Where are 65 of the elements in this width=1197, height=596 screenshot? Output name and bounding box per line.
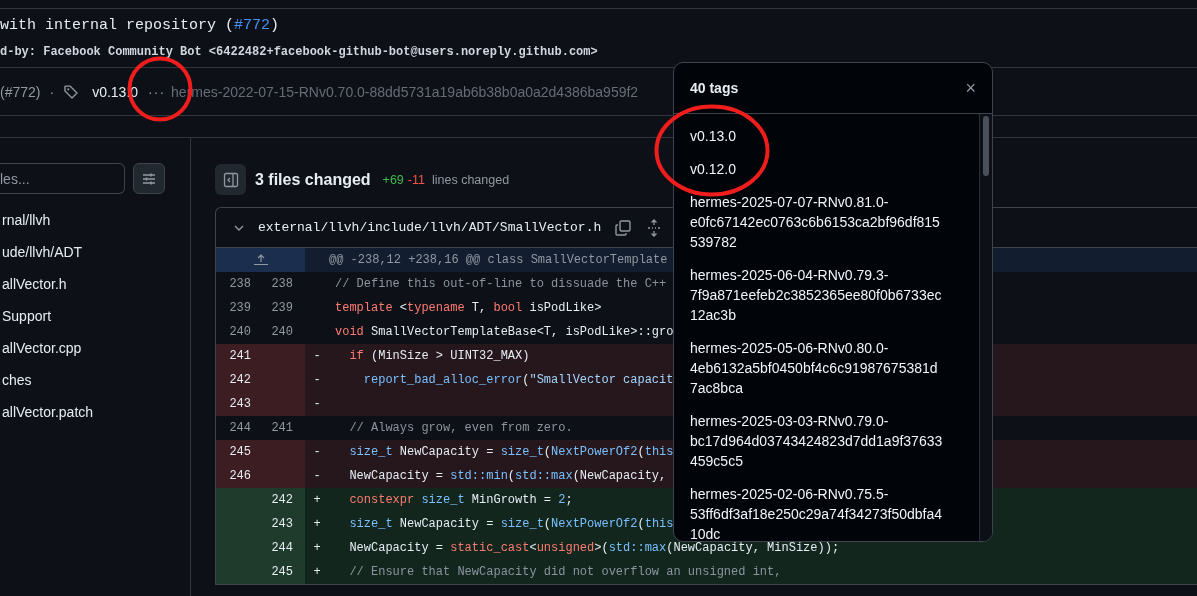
code-line: // Define this out-of-line to dissuade the C++ — [334, 276, 667, 293]
more-tags-button[interactable]: ··· — [145, 83, 169, 100]
removed-sign: - — [312, 348, 322, 365]
line-number: 245 — [261, 560, 305, 584]
line-number: 246 — [216, 464, 261, 488]
code-line: // Always grow, even from zero. — [348, 420, 573, 437]
commit-title: with internal repository (#772) — [0, 17, 280, 34]
file-tree-item[interactable]: allVector.patch — [0, 396, 94, 428]
close-button[interactable]: × — [965, 79, 976, 97]
code-line: if (MinSize > UINT32_MAX) — [348, 348, 530, 365]
pr-link[interactable]: #772 — [234, 17, 271, 34]
file-tree-item[interactable]: allVector.cpp — [0, 332, 82, 364]
filter-options-button[interactable] — [133, 163, 165, 194]
removed-sign: - — [312, 468, 322, 485]
tag-item[interactable]: hermes-2025-07-07-RNv0.81.0-e0fc67142ec0763c6b6153ca2bf96df815539782 — [674, 185, 960, 258]
code-line: NewCapacity = static_cast<unsigned>(std::max(NewCapacity, MinSize)); — [348, 540, 840, 557]
line-number: 243 — [216, 392, 261, 416]
tag-item[interactable]: v0.12.0 — [674, 152, 960, 185]
lines-changed-label: lines changed — [431, 172, 510, 187]
code-line: NewCapacity = std::min(std::max(NewCapacity, — [348, 468, 667, 485]
pr-number: (#772) — [0, 83, 41, 100]
code-line: template <typename T, bool isPodLike> — [334, 300, 602, 317]
commit-trailer: d-by: Facebook Community Bot <6422482+facebook-github-bot@users.noreply.github.com> — [0, 45, 598, 59]
file-tree-item[interactable]: ude/llvh/ADT — [0, 236, 83, 268]
added-sign: + — [312, 516, 322, 533]
line-number: 243 — [261, 512, 305, 536]
hunk-header: @@ -238,12 +238,16 @@ class SmallVectorTemplate — [328, 252, 668, 269]
scrollbar-thumb[interactable] — [983, 116, 989, 176]
code-line: // Ensure that NewCapacity did not overflow an unsigned int, — [348, 564, 782, 581]
added-sign: + — [312, 492, 322, 509]
code-line: size_t NewCapacity = size_t(NextPowerOf2(this — [348, 516, 674, 533]
added-sign: + — [312, 540, 322, 557]
filter-field[interactable]: les... — [0, 163, 125, 194]
tag-item[interactable]: hermes-2025-03-03-RNv0.79.0-bc17d964d03743424823d7dd1a9f37633459c5c5 — [674, 404, 960, 477]
line-number: 241 — [216, 344, 261, 368]
popup-title: 40 tags — [690, 80, 739, 96]
added-sign: + — [312, 564, 322, 581]
copy-icon[interactable] — [614, 218, 633, 237]
file-tree-item[interactable]: rnal/llvh — [0, 204, 51, 236]
line-number: 245 — [216, 440, 261, 464]
files-changed-count: 3 files changed — [255, 170, 371, 189]
additions-count: +69 — [382, 172, 404, 187]
separator-dot: · — [49, 83, 55, 100]
tag-item[interactable]: hermes-2025-06-04-RNv0.79.3-7f9a871eefeb2c3852365ee80f0b6733ec12ac3b — [674, 258, 960, 331]
deletions-count: -11 — [407, 172, 425, 187]
sidebar-toggle-icon[interactable] — [215, 164, 246, 195]
removed-sign: - — [312, 396, 322, 413]
tag-icon — [63, 83, 80, 100]
file-path: external/llvh/include/llvh/ADT/SmallVector.h — [258, 220, 602, 235]
line-number: 242 — [261, 488, 305, 512]
file-tree-item[interactable]: allVector.h — [0, 268, 67, 300]
code-line: report_bad_alloc_error("SmallVector capacit — [362, 372, 674, 389]
line-number: 242 — [216, 368, 261, 392]
tag-item[interactable]: v0.13.0 — [674, 119, 960, 152]
line-number: 244 — [261, 536, 305, 560]
code-line: void SmallVectorTemplateBase<T, isPodLike>::gro — [334, 324, 674, 341]
removed-sign: - — [312, 444, 322, 461]
tag-item[interactable]: hermes-2025-05-06-RNv0.80.0-4eb6132a5bf0450bf4c6c91987675381d7ac8bca — [674, 331, 960, 404]
tag-item[interactable]: hermes-2025-02-06-RNv0.75.5-53ff6df3af18e250c29a74f34273f50dbfa410dc — [674, 477, 960, 541]
file-tree-item[interactable]: Support — [0, 300, 52, 332]
file-tree-item[interactable]: ches — [0, 364, 32, 396]
removed-sign: - — [312, 372, 322, 389]
expand-icon[interactable] — [646, 218, 663, 237]
code-line: constexpr size_t MinGrowth = 2; — [348, 492, 573, 509]
code-line: size_t NewCapacity = size_t(NextPowerOf2(this — [348, 444, 674, 461]
